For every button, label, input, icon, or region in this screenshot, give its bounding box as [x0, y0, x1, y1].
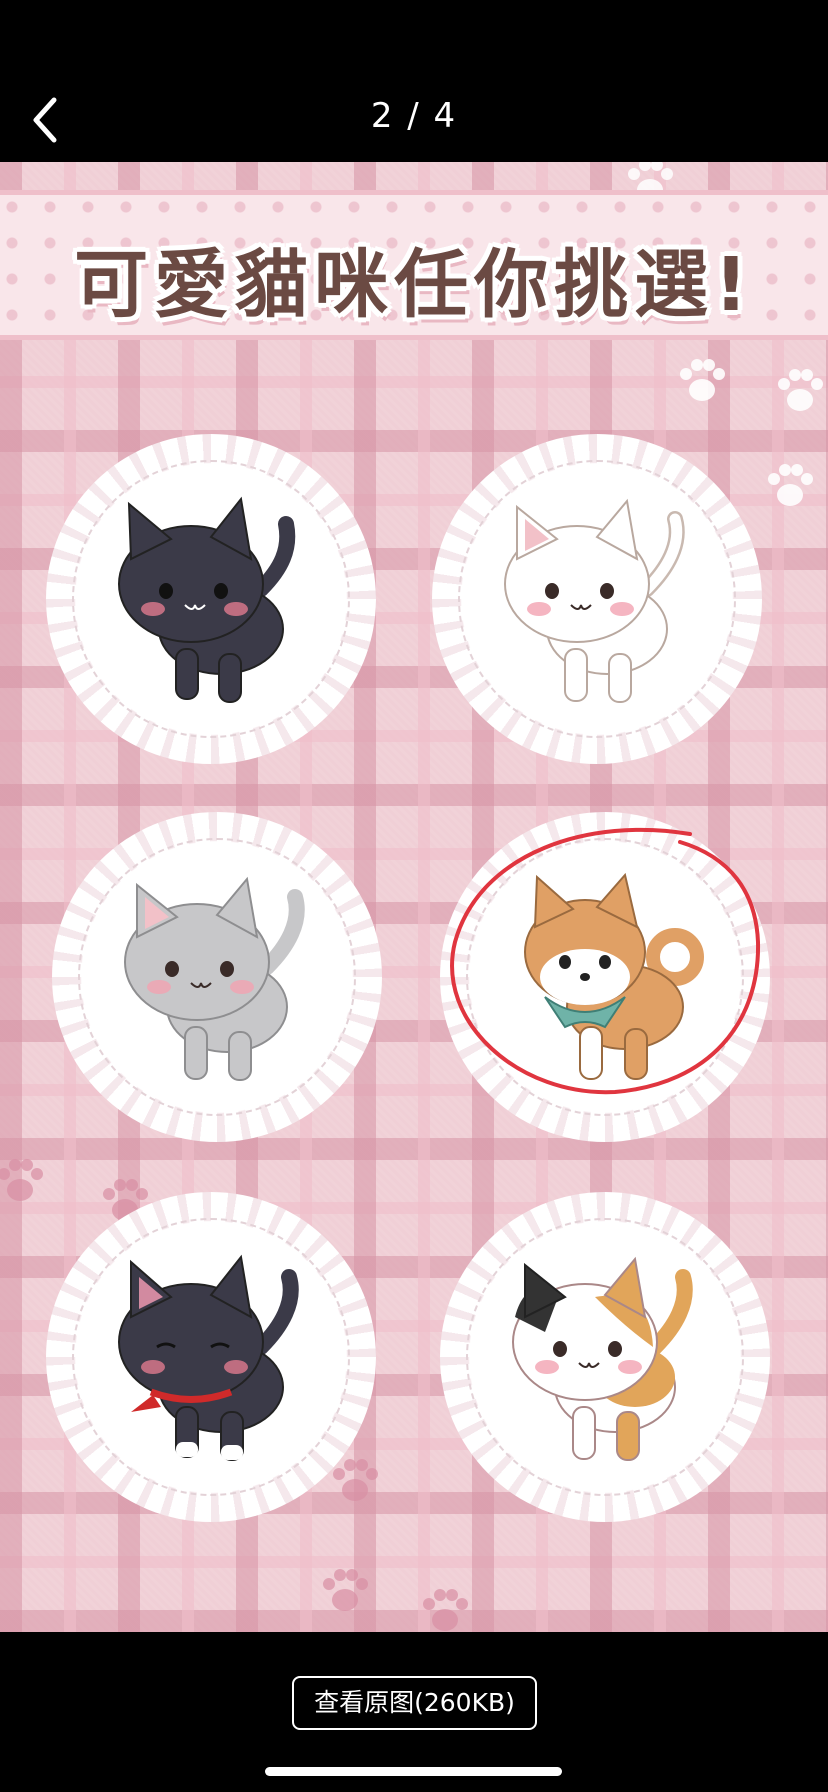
character-black-cat[interactable] — [38, 426, 384, 772]
paw-print-icon — [778, 369, 823, 411]
image-viewer[interactable]: 可愛貓咪任你挑選! — [0, 162, 828, 1632]
character-sleepy-black-cat[interactable] — [38, 1184, 384, 1530]
black-cat-illustration — [118, 496, 296, 703]
banner-title: 可愛貓咪任你挑選! — [74, 242, 754, 328]
home-indicator[interactable] — [265, 1767, 562, 1776]
page-counter: 2 / 4 — [370, 96, 458, 136]
view-original-button[interactable]: 查看原图(260KB) — [292, 1676, 537, 1730]
character-calico-cat[interactable] — [432, 1184, 778, 1530]
gray-cat-illustration — [124, 876, 305, 1081]
shiba-dog-illustration — [524, 872, 704, 1080]
top-bar: 2 / 4 — [0, 0, 828, 162]
title-banner: 可愛貓咪任你挑選! — [0, 190, 828, 340]
bottom-bar: 查看原图(260KB) — [0, 1632, 828, 1792]
character-white-cat[interactable] — [424, 426, 770, 772]
paw-print-icon — [0, 1159, 43, 1201]
paw-print-icon — [423, 1589, 468, 1631]
character-shiba-dog[interactable] — [432, 804, 778, 1150]
sleepy-black-cat-illustration — [118, 1254, 299, 1461]
character-gray-cat[interactable] — [44, 804, 390, 1150]
calico-cat-illustration — [512, 1256, 693, 1461]
paw-print-icon — [323, 1569, 368, 1611]
paw-print-icon — [768, 464, 813, 506]
white-cat-illustration — [504, 498, 685, 703]
paw-print-icon — [680, 359, 725, 401]
